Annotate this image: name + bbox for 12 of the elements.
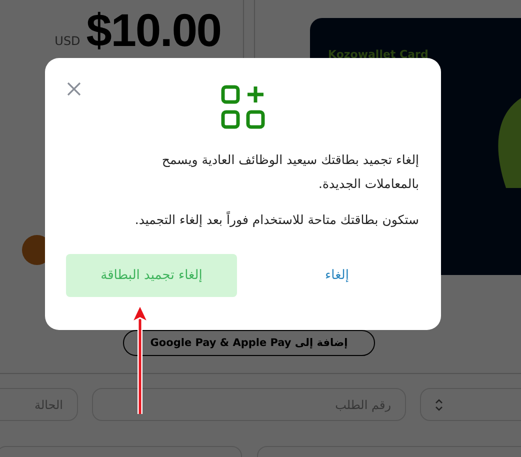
currency-label: USD: [54, 34, 80, 48]
add-to-wallet-button[interactable]: إضافة إلى Google Pay & Apple Pay: [123, 330, 375, 356]
card-brand: Kozowallet Card: [328, 48, 428, 61]
dialog-text: إلغاء تجميد بطاقتك سيعيد الوظائف العادية ويسمح بالمعاملات الجديدة.: [160, 151, 419, 193]
unfreeze-card-button[interactable]: إلغاء تجميد البطاقة: [66, 254, 237, 297]
balance-amount: $10.00: [86, 4, 221, 56]
sort-icon: [435, 398, 443, 412]
dialog-text: ستكون بطاقتك متاحة للاستخدام فوراً بعد إلغاء التجميد.: [134, 210, 419, 229]
cancel-button[interactable]: إلغاء: [255, 254, 419, 297]
close-icon[interactable]: [66, 81, 82, 97]
sort-select[interactable]: [420, 388, 521, 421]
grid-plus-icon: [220, 85, 264, 129]
